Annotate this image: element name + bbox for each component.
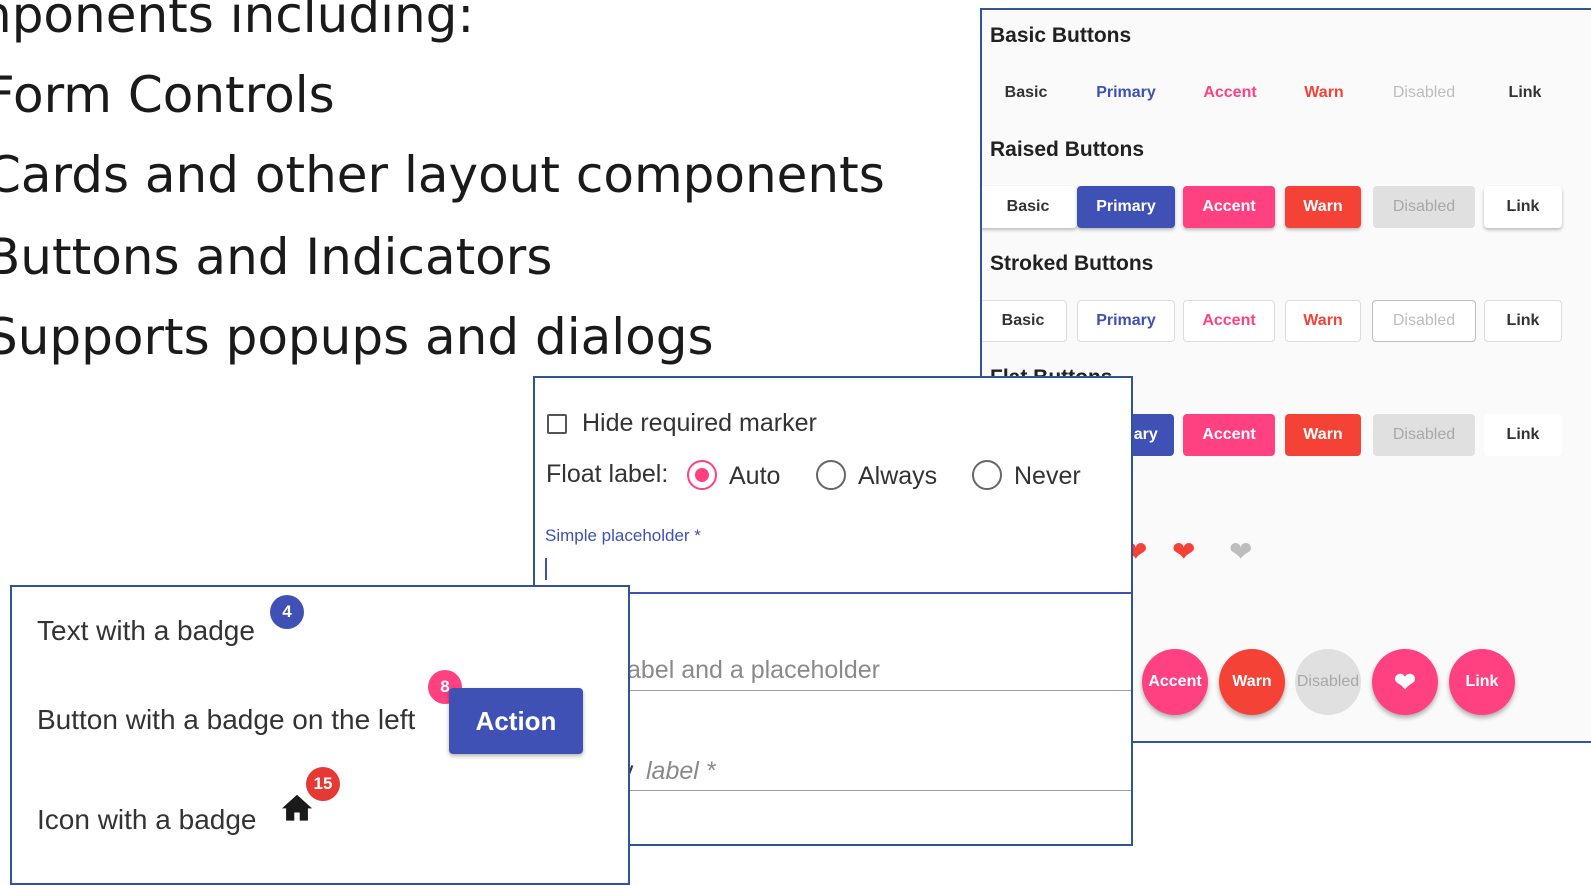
action-button[interactable]: Action	[449, 688, 583, 754]
heart-icon: ❤	[1229, 536, 1253, 567]
third-field-underline	[545, 790, 1131, 791]
badge-demo-panel: Text with a badge 4 Button with a badge …	[10, 585, 630, 885]
badge-icon-row-text: Icon with a badge	[37, 804, 257, 835]
flat-button-link[interactable]: Link	[1484, 414, 1562, 456]
bullet-popups-dialogs: Supports popups and dialogs	[0, 308, 714, 366]
radio-auto-label: Auto	[729, 462, 781, 490]
badge-count-4: 4	[270, 595, 304, 629]
simple-placeholder-label: Simple placeholder *	[545, 526, 701, 545]
heart-icon[interactable]: ❤	[1172, 538, 1195, 566]
stroked-button-disabled: Disabled	[1372, 300, 1476, 342]
slide-title: nponents including:	[0, 0, 475, 44]
flat-button-warn[interactable]: Warn	[1285, 414, 1361, 456]
fab-button-warn[interactable]: Warn	[1219, 649, 1285, 715]
heart-icon: ❤	[1394, 666, 1416, 697]
fab-button-accent[interactable]: Accent	[1142, 649, 1208, 715]
section-title-raised: Raised Buttons	[990, 138, 1145, 161]
basic-button-primary[interactable]: Primary	[1077, 72, 1175, 114]
bullet-form-controls: Form Controls	[0, 66, 335, 124]
basic-button-disabled: Disabled	[1392, 84, 1456, 101]
home-icon[interactable]	[280, 792, 314, 822]
radio-auto[interactable]	[687, 460, 717, 490]
flat-button-accent[interactable]: Accent	[1183, 414, 1275, 456]
badge-count-15: 15	[306, 767, 340, 801]
basic-button-basic[interactable]: Basic	[982, 72, 1075, 114]
badge-button-row-text: Button with a badge on the left	[37, 704, 416, 735]
fab-button-disabled: Disabled	[1295, 649, 1361, 715]
float-label-caption: Float label:	[546, 460, 669, 488]
hide-required-label: Hide required marker	[582, 409, 817, 437]
bullet-cards-layout: Cards and other layout components	[0, 146, 885, 204]
bullet-buttons-indicators: Buttons and Indicators	[0, 228, 553, 286]
radio-always[interactable]	[816, 460, 846, 490]
raised-button-warn[interactable]: Warn	[1285, 186, 1361, 228]
stroked-button-primary[interactable]: Primary	[1077, 300, 1175, 342]
third-field-label[interactable]: label *	[646, 757, 716, 786]
hide-required-checkbox[interactable]	[547, 414, 567, 434]
raised-button-basic[interactable]: Basic	[982, 186, 1077, 228]
fab-button-link[interactable]: Link	[1449, 649, 1515, 715]
raised-button-accent[interactable]: Accent	[1183, 186, 1275, 228]
section-title-stroked: Stroked Buttons	[990, 252, 1154, 275]
fab-button-heart[interactable]: ❤	[1372, 649, 1438, 715]
text-caret	[545, 558, 547, 580]
stroked-button-accent[interactable]: Accent	[1183, 300, 1275, 342]
section-title-basic: Basic Buttons	[990, 24, 1132, 47]
basic-button-link[interactable]: Link	[1476, 72, 1574, 114]
badge-text-row: Text with a badge	[37, 615, 255, 646]
stroked-button-link[interactable]: Link	[1484, 300, 1562, 342]
label-placeholder-input[interactable]: abel and a placeholder	[627, 656, 880, 685]
radio-always-label: Always	[858, 462, 938, 490]
raised-button-link[interactable]: Link	[1484, 186, 1562, 228]
basic-button-warn[interactable]: Warn	[1275, 72, 1373, 114]
stroked-button-basic[interactable]: Basic	[982, 300, 1067, 342]
radio-never[interactable]	[972, 460, 1002, 490]
raised-button-primary[interactable]: Primary	[1077, 186, 1175, 228]
flat-button-disabled: Disabled	[1373, 414, 1475, 456]
label-placeholder-underline	[545, 690, 1131, 691]
basic-button-accent[interactable]: Accent	[1181, 72, 1279, 114]
stroked-button-warn[interactable]: Warn	[1285, 300, 1361, 342]
radio-never-label: Never	[1014, 462, 1081, 490]
simple-placeholder-input[interactable]	[545, 592, 1131, 594]
raised-button-disabled: Disabled	[1373, 186, 1475, 228]
